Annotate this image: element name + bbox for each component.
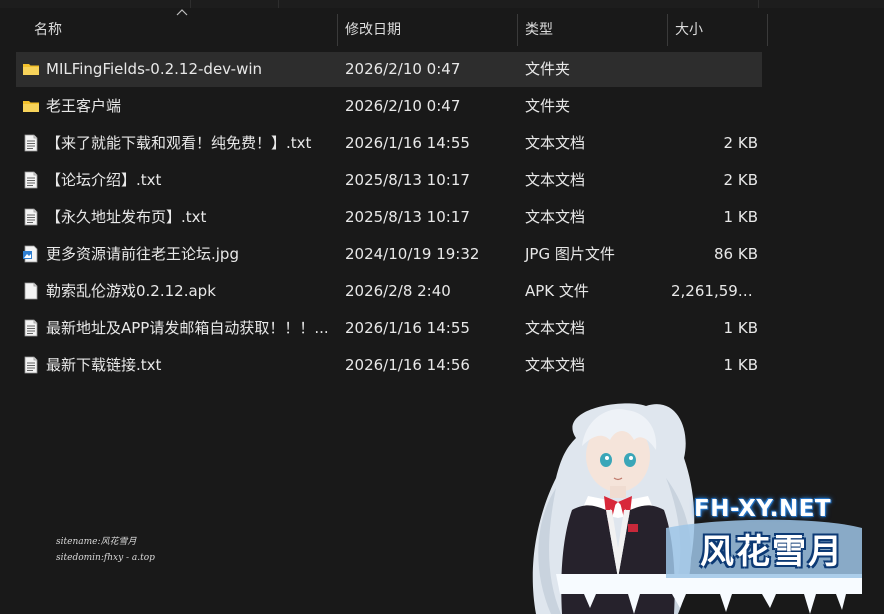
file-name: 【论坛介绍】.txt (46, 171, 162, 189)
toolbar-segment (0, 0, 191, 8)
text-file-icon (22, 319, 40, 337)
toolbar-segment (190, 0, 279, 8)
file-date-modified: 2026/1/16 14:55 (345, 134, 470, 152)
file-row[interactable]: 勒索乱伦游戏0.2.12.apk 2026/2/8 2:40 APK 文件 2,261… (16, 274, 762, 309)
column-header-row: 名称 修改日期 类型 大小 (16, 14, 768, 46)
text-file-icon (22, 356, 40, 374)
column-header-name[interactable]: 名称 (16, 14, 338, 46)
file-name: 最新地址及APP请发邮箱自动获取！！！... (46, 319, 329, 337)
file-size: 1 KB (723, 208, 758, 226)
site-stamp: sitename:风花雪月 sitedomin:fhxy - a.top (56, 534, 155, 566)
file-list: MILFingFields-0.2.12-dev-win 2026/2/10 0:… (16, 52, 762, 385)
file-row[interactable]: 更多资源请前往老王论坛.jpg 2024/10/19 19:32 JPG 图片文件 8… (16, 237, 762, 272)
file-name: 最新下载链接.txt (46, 356, 162, 374)
file-date-modified: 2025/8/13 10:17 (345, 208, 470, 226)
file-name: 【永久地址发布页】.txt (46, 208, 207, 226)
file-type: 文本文档 (525, 319, 586, 337)
file-type: 文本文档 (525, 356, 586, 374)
file-size: 86 KB (714, 245, 758, 263)
file-size: 2,261,599... (671, 282, 758, 300)
file-size: 1 KB (723, 356, 758, 374)
file-type: 文件夹 (525, 60, 571, 78)
file-date-modified: 2026/1/16 14:56 (345, 356, 470, 374)
file-type: 文本文档 (525, 171, 586, 189)
blank-file-icon (22, 282, 40, 300)
text-file-icon (22, 208, 40, 226)
file-name: 老王客户端 (46, 97, 122, 115)
file-row[interactable]: 老王客户端 2026/2/10 0:47 文件夹 (16, 89, 762, 124)
file-name: 【来了就能下载和观看！纯免费！】.txt (46, 134, 312, 152)
file-size: 2 KB (723, 171, 758, 189)
watermark-logo: 风花雪月 (700, 532, 844, 572)
file-type: JPG 图片文件 (525, 245, 615, 263)
file-explorer-window: 名称 修改日期 类型 大小 MILFingFields-0.2.12-dev-w… (0, 0, 884, 614)
file-row[interactable]: MILFingFields-0.2.12-dev-win 2026/2/10 0:… (16, 52, 762, 87)
file-type: 文本文档 (525, 134, 586, 152)
file-name: MILFingFields-0.2.12-dev-win (46, 60, 263, 78)
file-type: 文本文档 (525, 208, 586, 226)
image-file-icon (22, 245, 40, 263)
folder-icon (22, 97, 40, 115)
file-date-modified: 2026/2/10 0:47 (345, 97, 461, 115)
file-row[interactable]: 【来了就能下载和观看！纯免费！】.txt 2026/1/16 14:55 文本文档 2… (16, 126, 762, 161)
text-file-icon (22, 171, 40, 189)
file-type: 文件夹 (525, 97, 571, 115)
column-header-size[interactable]: 大小 (668, 14, 768, 46)
file-date-modified: 2025/8/13 10:17 (345, 171, 470, 189)
file-type: APK 文件 (525, 282, 589, 300)
folder-icon (22, 60, 40, 78)
site-stamp-name: sitename:风花雪月 (56, 537, 137, 547)
file-date-modified: 2026/2/8 2:40 (345, 282, 451, 300)
file-date-modified: 2026/2/10 0:47 (345, 60, 461, 78)
column-header-date-modified[interactable]: 修改日期 (338, 14, 518, 46)
file-name: 勒索乱伦游戏0.2.12.apk (46, 282, 216, 300)
toolbar-segment (278, 0, 759, 8)
file-date-modified: 2026/1/16 14:55 (345, 319, 470, 337)
file-row[interactable]: 【永久地址发布页】.txt 2025/8/13 10:17 文本文档 1 KB (16, 200, 762, 235)
file-size: 2 KB (723, 134, 758, 152)
file-row[interactable]: 最新下载链接.txt 2026/1/16 14:56 文本文档 1 KB (16, 348, 762, 383)
column-header-type[interactable]: 类型 (518, 14, 668, 46)
file-size: 1 KB (723, 319, 758, 337)
text-file-icon (22, 134, 40, 152)
file-size (671, 89, 758, 124)
site-stamp-domain: sitedomin:fhxy - a.top (56, 553, 155, 563)
top-toolbar-strip (0, 0, 884, 8)
watermark-site-url: FH-XY.NET (694, 496, 832, 522)
file-size (671, 52, 758, 87)
file-row[interactable]: 【论坛介绍】.txt 2025/8/13 10:17 文本文档 2 KB (16, 163, 762, 198)
file-date-modified: 2024/10/19 19:32 (345, 245, 480, 263)
file-name: 更多资源请前往老王论坛.jpg (46, 245, 239, 263)
file-row[interactable]: 最新地址及APP请发邮箱自动获取！！！... 2026/1/16 14:55 文本文… (16, 311, 762, 346)
